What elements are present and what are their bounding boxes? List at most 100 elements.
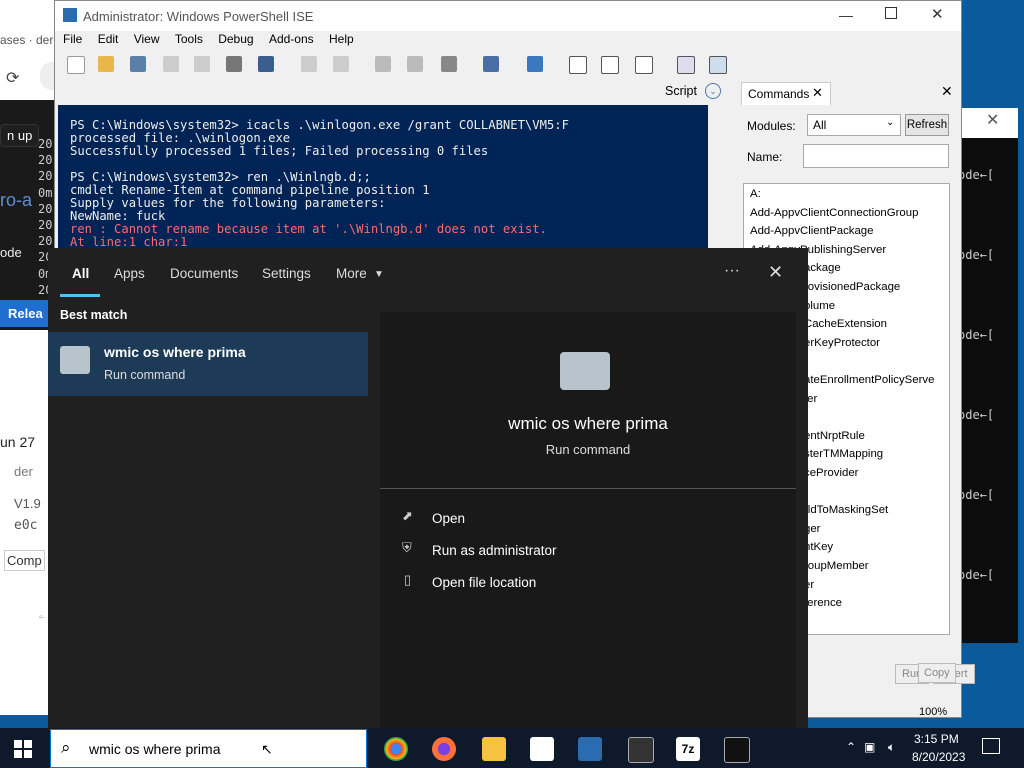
command-list-item[interactable]: olume	[804, 300, 835, 312]
clock-date[interactable]: 8/20/2023	[912, 750, 965, 764]
command-list-item[interactable]: Add-AppvClientPackage	[750, 225, 873, 237]
show-command-window-icon[interactable]	[677, 56, 695, 74]
close-icon[interactable]: ✕	[931, 5, 944, 23]
name-input[interactable]	[803, 144, 949, 168]
reload-icon[interactable]: ⟳	[6, 68, 19, 88]
release-date: un 27	[0, 434, 36, 450]
file-explorer-icon[interactable]	[482, 737, 506, 761]
command-list-item[interactable]: ateEnrollmentPolicyServe	[804, 374, 934, 386]
command-list-item[interactable]: rldToMaskingSet	[804, 504, 888, 516]
show-script-top-icon[interactable]	[569, 56, 587, 74]
command-list-item[interactable]: rovisionedPackage	[804, 281, 900, 293]
close-icon[interactable]: ✕	[986, 110, 999, 130]
tab-all[interactable]: All	[72, 266, 89, 281]
command-list-item[interactable]: CacheExtension	[804, 318, 887, 330]
show-command-addon-icon[interactable]	[709, 56, 727, 74]
copy-button[interactable]: Copy	[918, 663, 956, 683]
open-folder-icon[interactable]	[98, 56, 114, 72]
refresh-button[interactable]: Refresh	[905, 114, 949, 136]
tab-apps[interactable]: Apps	[114, 266, 145, 281]
start-powershell-icon[interactable]	[527, 56, 543, 72]
command-list-item[interactable]: roupMember	[804, 560, 869, 572]
menu-debug[interactable]: Debug	[218, 32, 253, 46]
network-icon[interactable]: ▣	[864, 740, 875, 754]
script-label[interactable]: Script	[665, 84, 697, 98]
background-console-line: ode←[	[958, 328, 995, 342]
action-open-file-location[interactable]: Open file location	[432, 575, 536, 590]
command-list-item[interactable]: erKeyProtector	[804, 337, 880, 349]
command-list-item[interactable]: ceProvider	[804, 467, 858, 479]
redo-icon[interactable]	[333, 56, 349, 72]
menu-view[interactable]: View	[134, 32, 160, 46]
command-list-item[interactable]: ntKey	[804, 541, 833, 553]
commands-tab[interactable]: Commands ✕	[741, 82, 831, 105]
background-console-line: ode←[	[958, 248, 995, 262]
run-selection-icon[interactable]	[407, 56, 423, 72]
remote-powershell-icon[interactable]	[483, 56, 499, 72]
menu-edit[interactable]: Edit	[98, 32, 119, 46]
save-icon[interactable]	[130, 56, 146, 72]
detail-title: wmic os where prima	[508, 414, 668, 433]
command-list-item[interactable]: A:	[750, 188, 761, 200]
action-open[interactable]: Open	[432, 511, 465, 526]
zoom-level: 100%	[919, 706, 948, 718]
result-detail-pane: wmic os where prima Run command ⬈ Open ⛨…	[380, 312, 796, 728]
clear-console-icon[interactable]	[258, 56, 274, 72]
chevron-down-icon[interactable]: ⌄	[705, 83, 721, 99]
copy-icon[interactable]	[194, 56, 210, 72]
tab-documents[interactable]: Documents	[170, 266, 238, 281]
firefox-icon[interactable]	[432, 737, 456, 761]
chevron-up-icon[interactable]: ⌃	[846, 740, 856, 754]
command-list-item[interactable]: Add-AppvClientConnectionGroup	[750, 207, 918, 219]
console-line: Successfully processed 1 files; Failed p…	[70, 144, 489, 158]
command-list-item[interactable]: entNrptRule	[804, 430, 865, 442]
command-list-item[interactable]: sterTMMapping	[804, 448, 883, 460]
server-manager-icon[interactable]	[628, 737, 654, 763]
command-list-item[interactable]: ference	[804, 597, 842, 609]
menu-addons[interactable]: Add-ons	[269, 32, 314, 46]
compare-button[interactable]: Comp	[4, 550, 45, 571]
cut-icon[interactable]	[163, 56, 179, 72]
show-script-maximized-icon[interactable]	[635, 56, 653, 74]
windows-start-icon[interactable]	[14, 740, 32, 758]
powershell-ise-taskbar-icon[interactable]	[578, 737, 602, 761]
tab-more[interactable]: More	[336, 266, 367, 281]
notification-icon[interactable]	[982, 738, 1000, 754]
release-button[interactable]: Relea	[0, 300, 51, 327]
7zip-icon[interactable]: 7z	[676, 737, 700, 761]
stop-icon[interactable]	[441, 56, 457, 72]
more-options-icon[interactable]: ···	[724, 262, 740, 280]
new-file-icon[interactable]	[67, 56, 85, 74]
taskbar-search-box[interactable]: ⌕ wmic os where prima ↖	[50, 729, 367, 768]
minimize-icon[interactable]: —	[839, 7, 853, 23]
run-script-icon[interactable]	[375, 56, 391, 72]
tab-settings[interactable]: Settings	[262, 266, 311, 281]
close-icon[interactable]: ✕	[768, 262, 783, 283]
console-scrollbar[interactable]	[710, 105, 726, 250]
command-prompt-icon[interactable]	[724, 737, 750, 763]
best-match-result[interactable]: wmic os where prima Run command	[48, 332, 368, 396]
background-console-line: ode←[	[958, 568, 995, 582]
paste-icon[interactable]	[226, 56, 242, 72]
powershell-icon	[63, 8, 77, 22]
background-console-line: 20	[38, 153, 53, 168]
chrome-icon[interactable]	[384, 737, 408, 761]
modules-select[interactable]: All ⌄	[807, 114, 901, 136]
command-list-item[interactable]: ackage	[804, 262, 841, 274]
volume-icon[interactable]: 🔈︎	[888, 740, 895, 755]
action-run-as-admin[interactable]: Run as administrator	[432, 543, 557, 558]
menu-file[interactable]: File	[63, 32, 82, 46]
close-icon[interactable]: ✕	[812, 85, 823, 101]
search-input[interactable]: wmic os where prima	[89, 741, 220, 757]
menu-tools[interactable]: Tools	[175, 32, 203, 46]
clock-time[interactable]: 3:15 PM	[914, 732, 959, 746]
store-icon[interactable]	[530, 737, 554, 761]
maximize-icon[interactable]	[885, 7, 897, 19]
signup-button[interactable]: n up	[0, 124, 40, 147]
console-pane[interactable]: PS C:\Windows\system32> icacls .\winlogo…	[58, 105, 708, 250]
undo-icon[interactable]	[301, 56, 317, 72]
menu-help[interactable]: Help	[329, 32, 354, 46]
copy-button-label: Copy	[918, 663, 956, 683]
show-script-right-icon[interactable]	[601, 56, 619, 74]
close-icon[interactable]: ✕	[941, 83, 953, 100]
